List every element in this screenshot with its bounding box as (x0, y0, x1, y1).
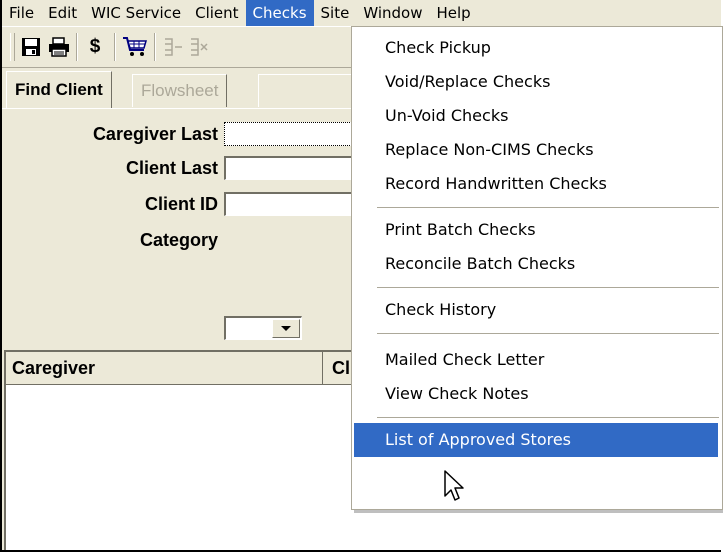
indent-icon (165, 38, 182, 56)
menu-item-list-of-approved-stores[interactable]: List of Approved Stores (354, 423, 718, 457)
print-icon (49, 37, 69, 57)
tab-find-client[interactable]: Find Client (6, 71, 112, 108)
caregiver-last-input[interactable] (224, 122, 364, 146)
tab-flowsheet[interactable]: Flowsheet (132, 74, 228, 107)
client-last-input[interactable] (224, 156, 364, 180)
menu-item-record-handwritten-checks[interactable]: Record Handwritten Checks (354, 167, 718, 201)
menu-item-replace-non-cims-checks[interactable]: Replace Non-CIMS Checks (354, 133, 718, 167)
category-label: Category (139, 230, 218, 250)
outdent-button[interactable] (186, 35, 212, 59)
menu-window[interactable]: Window (356, 0, 429, 26)
category-select[interactable] (224, 316, 302, 340)
menu-separator (377, 333, 719, 334)
menu-bar: File Edit WIC Service Client Checks Site… (2, 0, 721, 26)
menu-item-view-check-notes[interactable]: View Check Notes (354, 377, 718, 411)
toolbar-grip[interactable] (10, 33, 15, 61)
dollar-icon: $ (89, 36, 101, 57)
menu-client[interactable]: Client (188, 0, 245, 26)
cart-button[interactable] (122, 35, 148, 59)
menu-help[interactable]: Help (429, 0, 477, 26)
menu-edit[interactable]: Edit (41, 0, 84, 26)
client-id-label: Client ID (144, 194, 218, 214)
menu-separator (377, 287, 719, 288)
menu-item-check-history[interactable]: Check History (354, 293, 718, 327)
outdent-icon (191, 38, 208, 56)
client-last-label: Client Last (125, 158, 218, 178)
column-header-caregiver[interactable]: Caregiver (6, 352, 323, 384)
menu-item-un-void-checks[interactable]: Un-Void Checks (354, 99, 718, 133)
menu-item-mailed-check-letter[interactable]: Mailed Check Letter (354, 343, 718, 377)
menu-file[interactable]: File (2, 0, 41, 26)
menu-item-reconcile-batch-checks[interactable]: Reconcile Batch Checks (354, 247, 718, 281)
menu-separator (377, 417, 719, 418)
menu-site[interactable]: Site (314, 0, 357, 26)
toolbar-separator (114, 33, 116, 61)
indent-button[interactable] (160, 35, 186, 59)
dollar-button[interactable]: $ (82, 35, 108, 59)
client-id-input[interactable] (224, 192, 364, 216)
toolbar-separator (154, 33, 156, 61)
menu-item-void-replace-checks[interactable]: Void/Replace Checks (354, 65, 718, 99)
toolbar-separator (76, 33, 78, 61)
chevron-down-icon[interactable] (272, 319, 300, 338)
tab-hidden[interactable] (258, 74, 356, 107)
cart-icon (123, 37, 147, 56)
menu-checks[interactable]: Checks (245, 0, 314, 26)
menu-separator (377, 207, 719, 208)
menu-item-check-pickup[interactable]: Check Pickup (354, 31, 718, 65)
save-icon (22, 38, 40, 56)
menu-wic-service[interactable]: WIC Service (84, 0, 188, 26)
menu-item-print-batch-checks[interactable]: Print Batch Checks (354, 213, 718, 247)
checks-menu: Check Pickup Void/Replace Checks Un-Void… (351, 26, 723, 510)
mouse-cursor-icon (444, 470, 464, 501)
print-button[interactable] (46, 35, 72, 59)
save-button[interactable] (18, 35, 44, 59)
caregiver-last-label: Caregiver Last (92, 124, 218, 144)
